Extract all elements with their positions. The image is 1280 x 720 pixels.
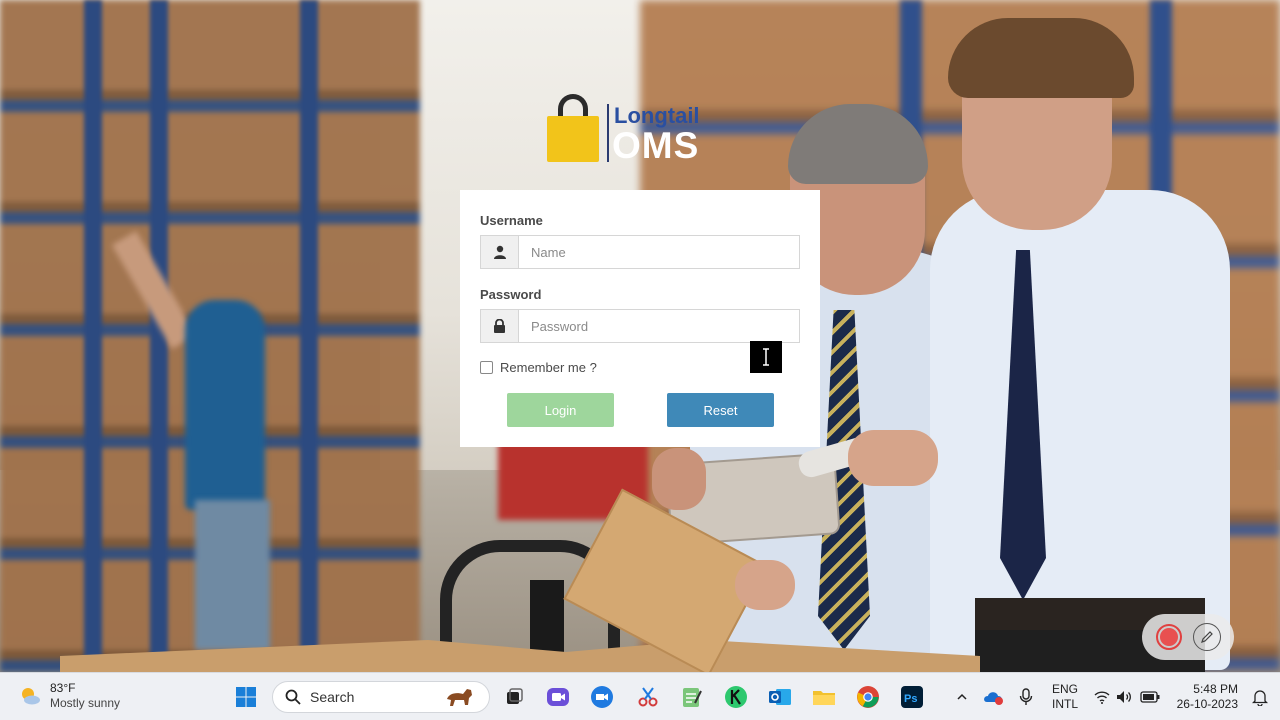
password-input-group	[480, 309, 800, 343]
background-worker	[185, 300, 265, 510]
text-cursor-icon	[750, 341, 782, 373]
reset-button[interactable]: Reset	[667, 393, 774, 427]
windows-taskbar: 83°F Mostly sunny Search Ps ENG INTL 5:4…	[0, 672, 1280, 720]
remember-me-label: Remember me ?	[500, 360, 597, 375]
password-label: Password	[480, 287, 542, 302]
keyboard-layout: INTL	[1052, 697, 1079, 711]
weather-widget[interactable]: 83°F Mostly sunny	[18, 681, 120, 711]
kaspersky-icon[interactable]	[722, 683, 750, 711]
taskbar-clock[interactable]: 5:48 PM 26-10-2023	[1172, 682, 1238, 712]
shelf-post	[84, 0, 102, 672]
zoom-icon[interactable]	[588, 683, 616, 711]
longtail-oms-logo: Longtail OMS	[546, 94, 716, 166]
login-button[interactable]: Login	[507, 393, 614, 427]
hand	[848, 430, 938, 486]
logo-text-oms: OMS	[612, 125, 700, 166]
user-icon	[481, 236, 519, 268]
search-placeholder: Search	[310, 689, 355, 705]
video-call-icon[interactable]	[544, 683, 572, 711]
outlook-icon[interactable]	[766, 683, 794, 711]
taskbar-search[interactable]: Search	[272, 681, 490, 713]
shopping-bag-icon	[547, 116, 599, 162]
weather-description: Mostly sunny	[50, 696, 121, 710]
pen-button[interactable]	[1192, 623, 1221, 651]
volume-icon[interactable]	[1110, 683, 1138, 711]
remember-me-row[interactable]: Remember me ?	[480, 360, 597, 375]
input-language-indicator[interactable]: ENG INTL	[1052, 682, 1078, 712]
pen-icon	[1200, 631, 1213, 643]
password-input[interactable]	[519, 310, 799, 342]
clock-date: 26-10-2023	[1176, 697, 1238, 711]
horse-icon	[447, 689, 472, 706]
remember-me-checkbox[interactable]	[480, 361, 493, 374]
username-input[interactable]	[519, 236, 799, 268]
screen-recorder-widget	[1142, 614, 1234, 660]
username-label: Username	[480, 213, 543, 228]
onedrive-icon[interactable]	[980, 683, 1008, 711]
username-input-group	[480, 235, 800, 269]
windows-start-icon[interactable]	[232, 683, 260, 711]
search-icon	[285, 689, 301, 705]
login-card: Username Password Remember me ? Login Re…	[460, 190, 820, 447]
battery-icon[interactable]	[1136, 683, 1164, 711]
logo-divider	[607, 104, 609, 162]
file-explorer-icon[interactable]	[810, 683, 838, 711]
svg-text:Ps: Ps	[904, 693, 917, 705]
man-right-hair	[948, 18, 1134, 98]
photoshop-icon[interactable]: Ps	[898, 683, 926, 711]
show-hidden-icons-chevron-icon[interactable]	[948, 683, 976, 711]
clock-time: 5:48 PM	[1193, 682, 1238, 696]
record-button[interactable]	[1155, 624, 1182, 650]
shelf-post	[300, 0, 318, 672]
hand	[735, 560, 795, 610]
task-view-icon[interactable]	[500, 683, 528, 711]
microphone-icon[interactable]	[1012, 683, 1040, 711]
notepad-icon[interactable]	[678, 683, 706, 711]
language-code: ENG	[1052, 682, 1079, 696]
lock-icon	[481, 310, 519, 342]
notification-bell-icon[interactable]	[1246, 683, 1274, 711]
record-icon	[1159, 628, 1178, 646]
weather-temperature: 83°F	[50, 681, 76, 695]
chrome-icon[interactable]	[854, 683, 882, 711]
background-worker-legs	[195, 500, 270, 650]
hand	[652, 448, 706, 510]
snipping-tool-icon[interactable]	[634, 683, 662, 711]
partly-sunny-icon	[22, 688, 40, 705]
